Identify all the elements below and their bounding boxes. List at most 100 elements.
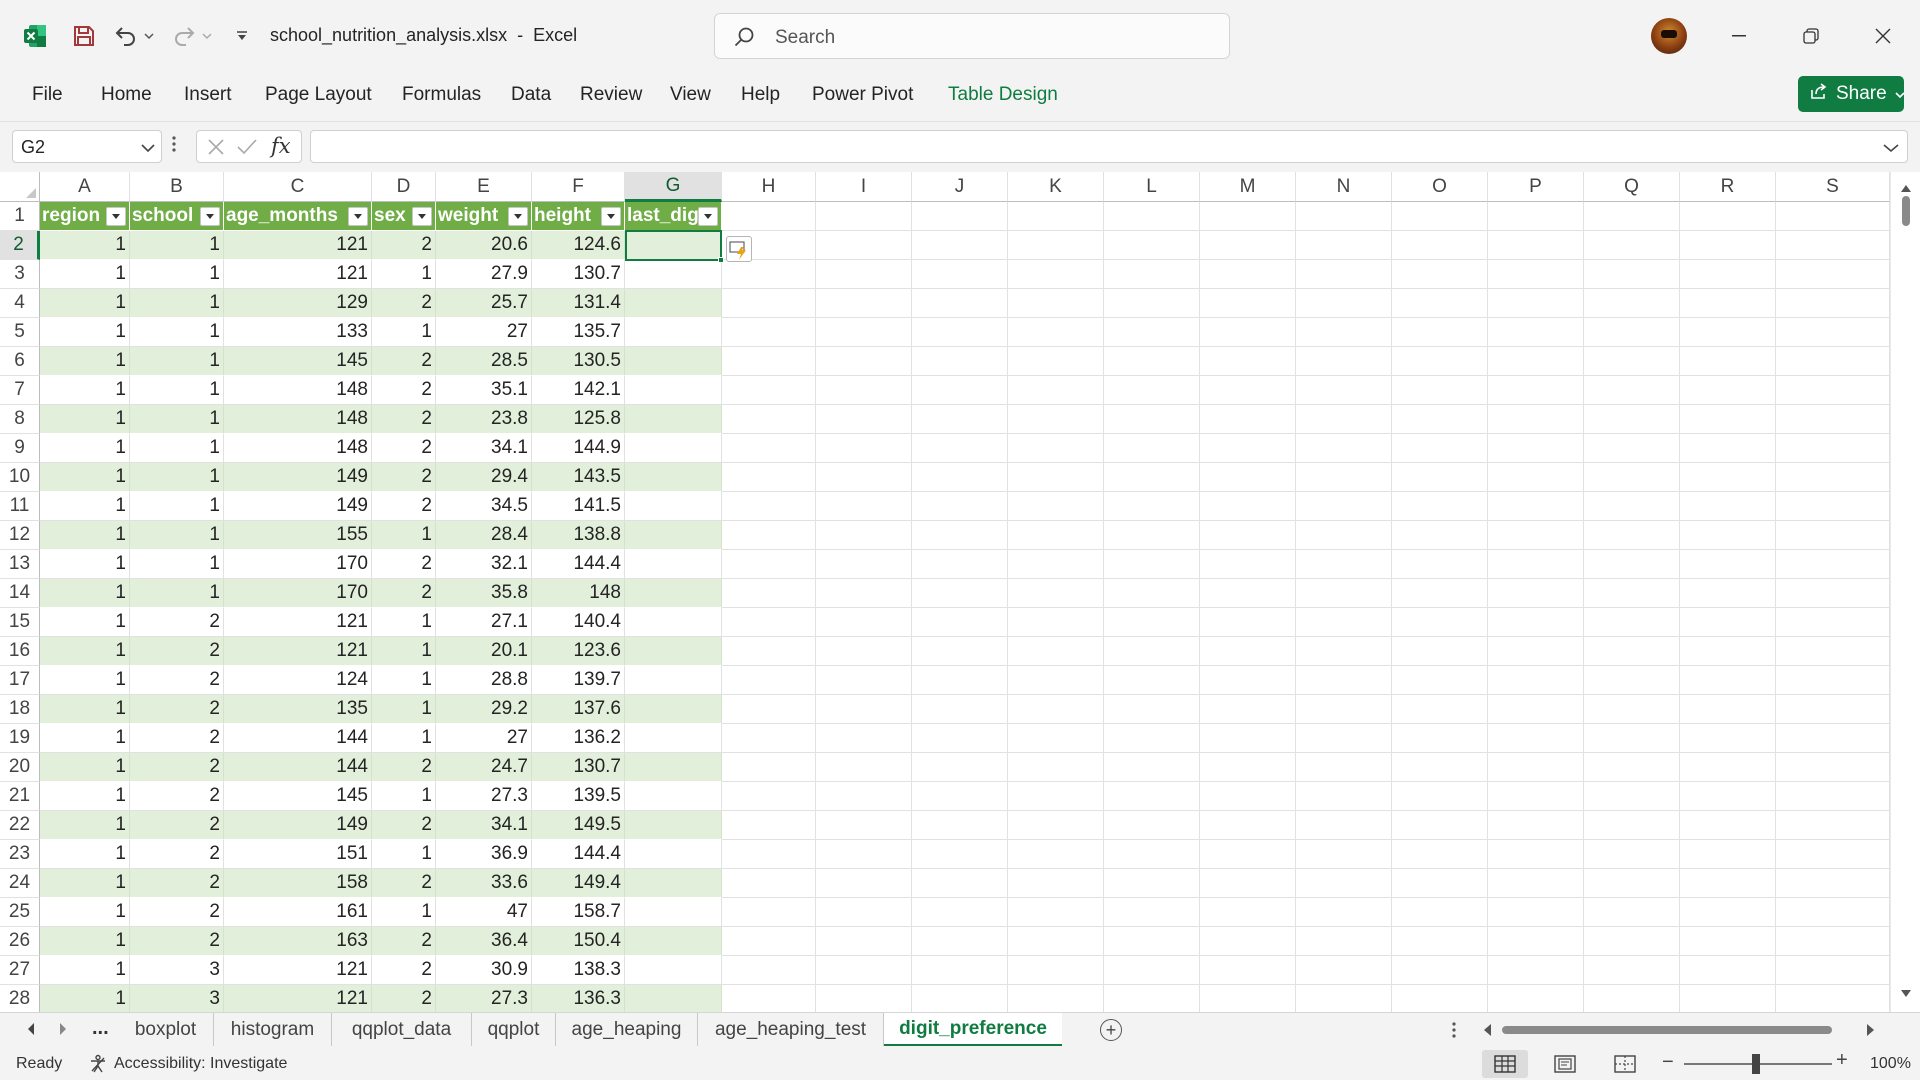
grid-cell[interactable] — [1008, 492, 1104, 521]
grid-cell[interactable] — [1392, 579, 1488, 608]
fill-handle[interactable] — [718, 257, 724, 263]
table-cell[interactable]: 1 — [40, 724, 130, 753]
table-cell[interactable]: 36.4 — [436, 927, 532, 956]
grid-cell[interactable] — [816, 318, 912, 347]
grid-cell[interactable] — [1488, 260, 1584, 289]
table-cell[interactable]: 131.4 — [532, 289, 625, 318]
table-cell[interactable] — [625, 666, 722, 695]
table-cell[interactable]: 1 — [130, 434, 224, 463]
table-cell[interactable] — [625, 463, 722, 492]
table-cell[interactable]: 2 — [372, 231, 436, 260]
next-sheet-icon[interactable] — [58, 1021, 68, 1042]
table-cell[interactable]: 1 — [130, 550, 224, 579]
table-cell[interactable]: 27.9 — [436, 260, 532, 289]
table-cell[interactable] — [625, 550, 722, 579]
worksheet-grid[interactable]: ABCDEFGHIJKLMNOPQRS 1 region school age_mon… — [0, 172, 1920, 1012]
grid-cell[interactable] — [1776, 927, 1890, 956]
table-cell[interactable] — [625, 434, 722, 463]
grid-cell[interactable] — [816, 405, 912, 434]
grid-cell[interactable] — [1008, 927, 1104, 956]
table-cell[interactable]: 1 — [40, 927, 130, 956]
grid-cell[interactable] — [1296, 202, 1392, 231]
grid-cell[interactable] — [1392, 202, 1488, 231]
grid-cell[interactable] — [1584, 318, 1680, 347]
table-cell[interactable]: 1 — [130, 289, 224, 318]
grid-cell[interactable] — [816, 869, 912, 898]
grid-cell[interactable] — [1392, 637, 1488, 666]
table-cell[interactable]: 1 — [130, 231, 224, 260]
grid-cell[interactable] — [1680, 666, 1776, 695]
grid-cell[interactable] — [1776, 869, 1890, 898]
table-cell[interactable]: 27.1 — [436, 608, 532, 637]
save-icon[interactable] — [70, 22, 98, 50]
table-cell[interactable]: 1 — [40, 347, 130, 376]
table-cell[interactable] — [625, 260, 722, 289]
grid-cell[interactable] — [1680, 492, 1776, 521]
grid-cell[interactable] — [1392, 782, 1488, 811]
table-cell[interactable]: 2 — [372, 463, 436, 492]
grid-cell[interactable] — [1680, 811, 1776, 840]
filter-dropdown-icon[interactable] — [200, 207, 220, 226]
table-cell[interactable]: 1 — [40, 782, 130, 811]
table-cell[interactable]: 2 — [372, 347, 436, 376]
grid-cell[interactable] — [912, 202, 1008, 231]
grid-cell[interactable] — [1104, 463, 1200, 492]
grid-cell[interactable] — [816, 811, 912, 840]
table-cell[interactable]: 2 — [130, 608, 224, 637]
grid-cell[interactable] — [1200, 521, 1296, 550]
grid-cell[interactable] — [1680, 376, 1776, 405]
horizontal-scrollbar[interactable] — [1482, 1017, 1880, 1043]
grid-cell[interactable] — [1584, 521, 1680, 550]
table-cell[interactable]: 148 — [224, 376, 372, 405]
grid-cell[interactable] — [1104, 318, 1200, 347]
grid-cell[interactable] — [1104, 695, 1200, 724]
table-cell[interactable]: 1 — [130, 521, 224, 550]
grid-cell[interactable] — [1488, 724, 1584, 753]
grid-cell[interactable] — [1776, 260, 1890, 289]
grid-cell[interactable] — [722, 260, 816, 289]
grid-cell[interactable] — [816, 898, 912, 927]
grid-cell[interactable] — [1200, 724, 1296, 753]
grid-cell[interactable] — [1488, 608, 1584, 637]
grid-cell[interactable] — [1488, 637, 1584, 666]
table-cell[interactable]: 2 — [130, 695, 224, 724]
grid-cell[interactable] — [1488, 376, 1584, 405]
table-cell[interactable]: 163 — [224, 927, 372, 956]
column-header-k[interactable]: K — [1008, 172, 1104, 202]
flash-fill-options-icon[interactable] — [726, 236, 752, 262]
table-cell[interactable]: 2 — [130, 840, 224, 869]
grid-cell[interactable] — [816, 260, 912, 289]
grid-cell[interactable] — [912, 405, 1008, 434]
grid-cell[interactable] — [1392, 521, 1488, 550]
grid-cell[interactable] — [1104, 811, 1200, 840]
grid-cell[interactable] — [1392, 985, 1488, 1012]
grid-cell[interactable] — [722, 753, 816, 782]
table-cell[interactable]: 2 — [130, 724, 224, 753]
grid-cell[interactable] — [816, 695, 912, 724]
table-cell[interactable]: 142.1 — [532, 376, 625, 405]
grid-cell[interactable] — [1584, 289, 1680, 318]
grid-cell[interactable] — [1104, 753, 1200, 782]
formula-input[interactable] — [310, 130, 1908, 163]
grid-cell[interactable] — [1488, 405, 1584, 434]
grid-cell[interactable] — [1296, 811, 1392, 840]
grid-cell[interactable] — [1776, 840, 1890, 869]
grid-cell[interactable] — [1392, 898, 1488, 927]
table-cell[interactable]: 20.1 — [436, 637, 532, 666]
grid-cell[interactable] — [1584, 463, 1680, 492]
grid-cell[interactable] — [1776, 608, 1890, 637]
grid-cell[interactable] — [1488, 550, 1584, 579]
column-header-s[interactable]: S — [1776, 172, 1890, 202]
grid-cell[interactable] — [1776, 782, 1890, 811]
grid-cell[interactable] — [1680, 695, 1776, 724]
sheet-tab-digit-preference[interactable]: digit_preference — [884, 1013, 1062, 1047]
column-header-e[interactable]: E — [436, 172, 532, 202]
column-header-q[interactable]: Q — [1584, 172, 1680, 202]
table-cell[interactable]: 149.4 — [532, 869, 625, 898]
tab-power-pivot[interactable]: Power Pivot — [812, 84, 913, 106]
grid-cell[interactable] — [1488, 782, 1584, 811]
grid-cell[interactable] — [1296, 550, 1392, 579]
grid-cell[interactable] — [912, 869, 1008, 898]
grid-cell[interactable] — [1200, 637, 1296, 666]
grid-cell[interactable] — [1488, 695, 1584, 724]
